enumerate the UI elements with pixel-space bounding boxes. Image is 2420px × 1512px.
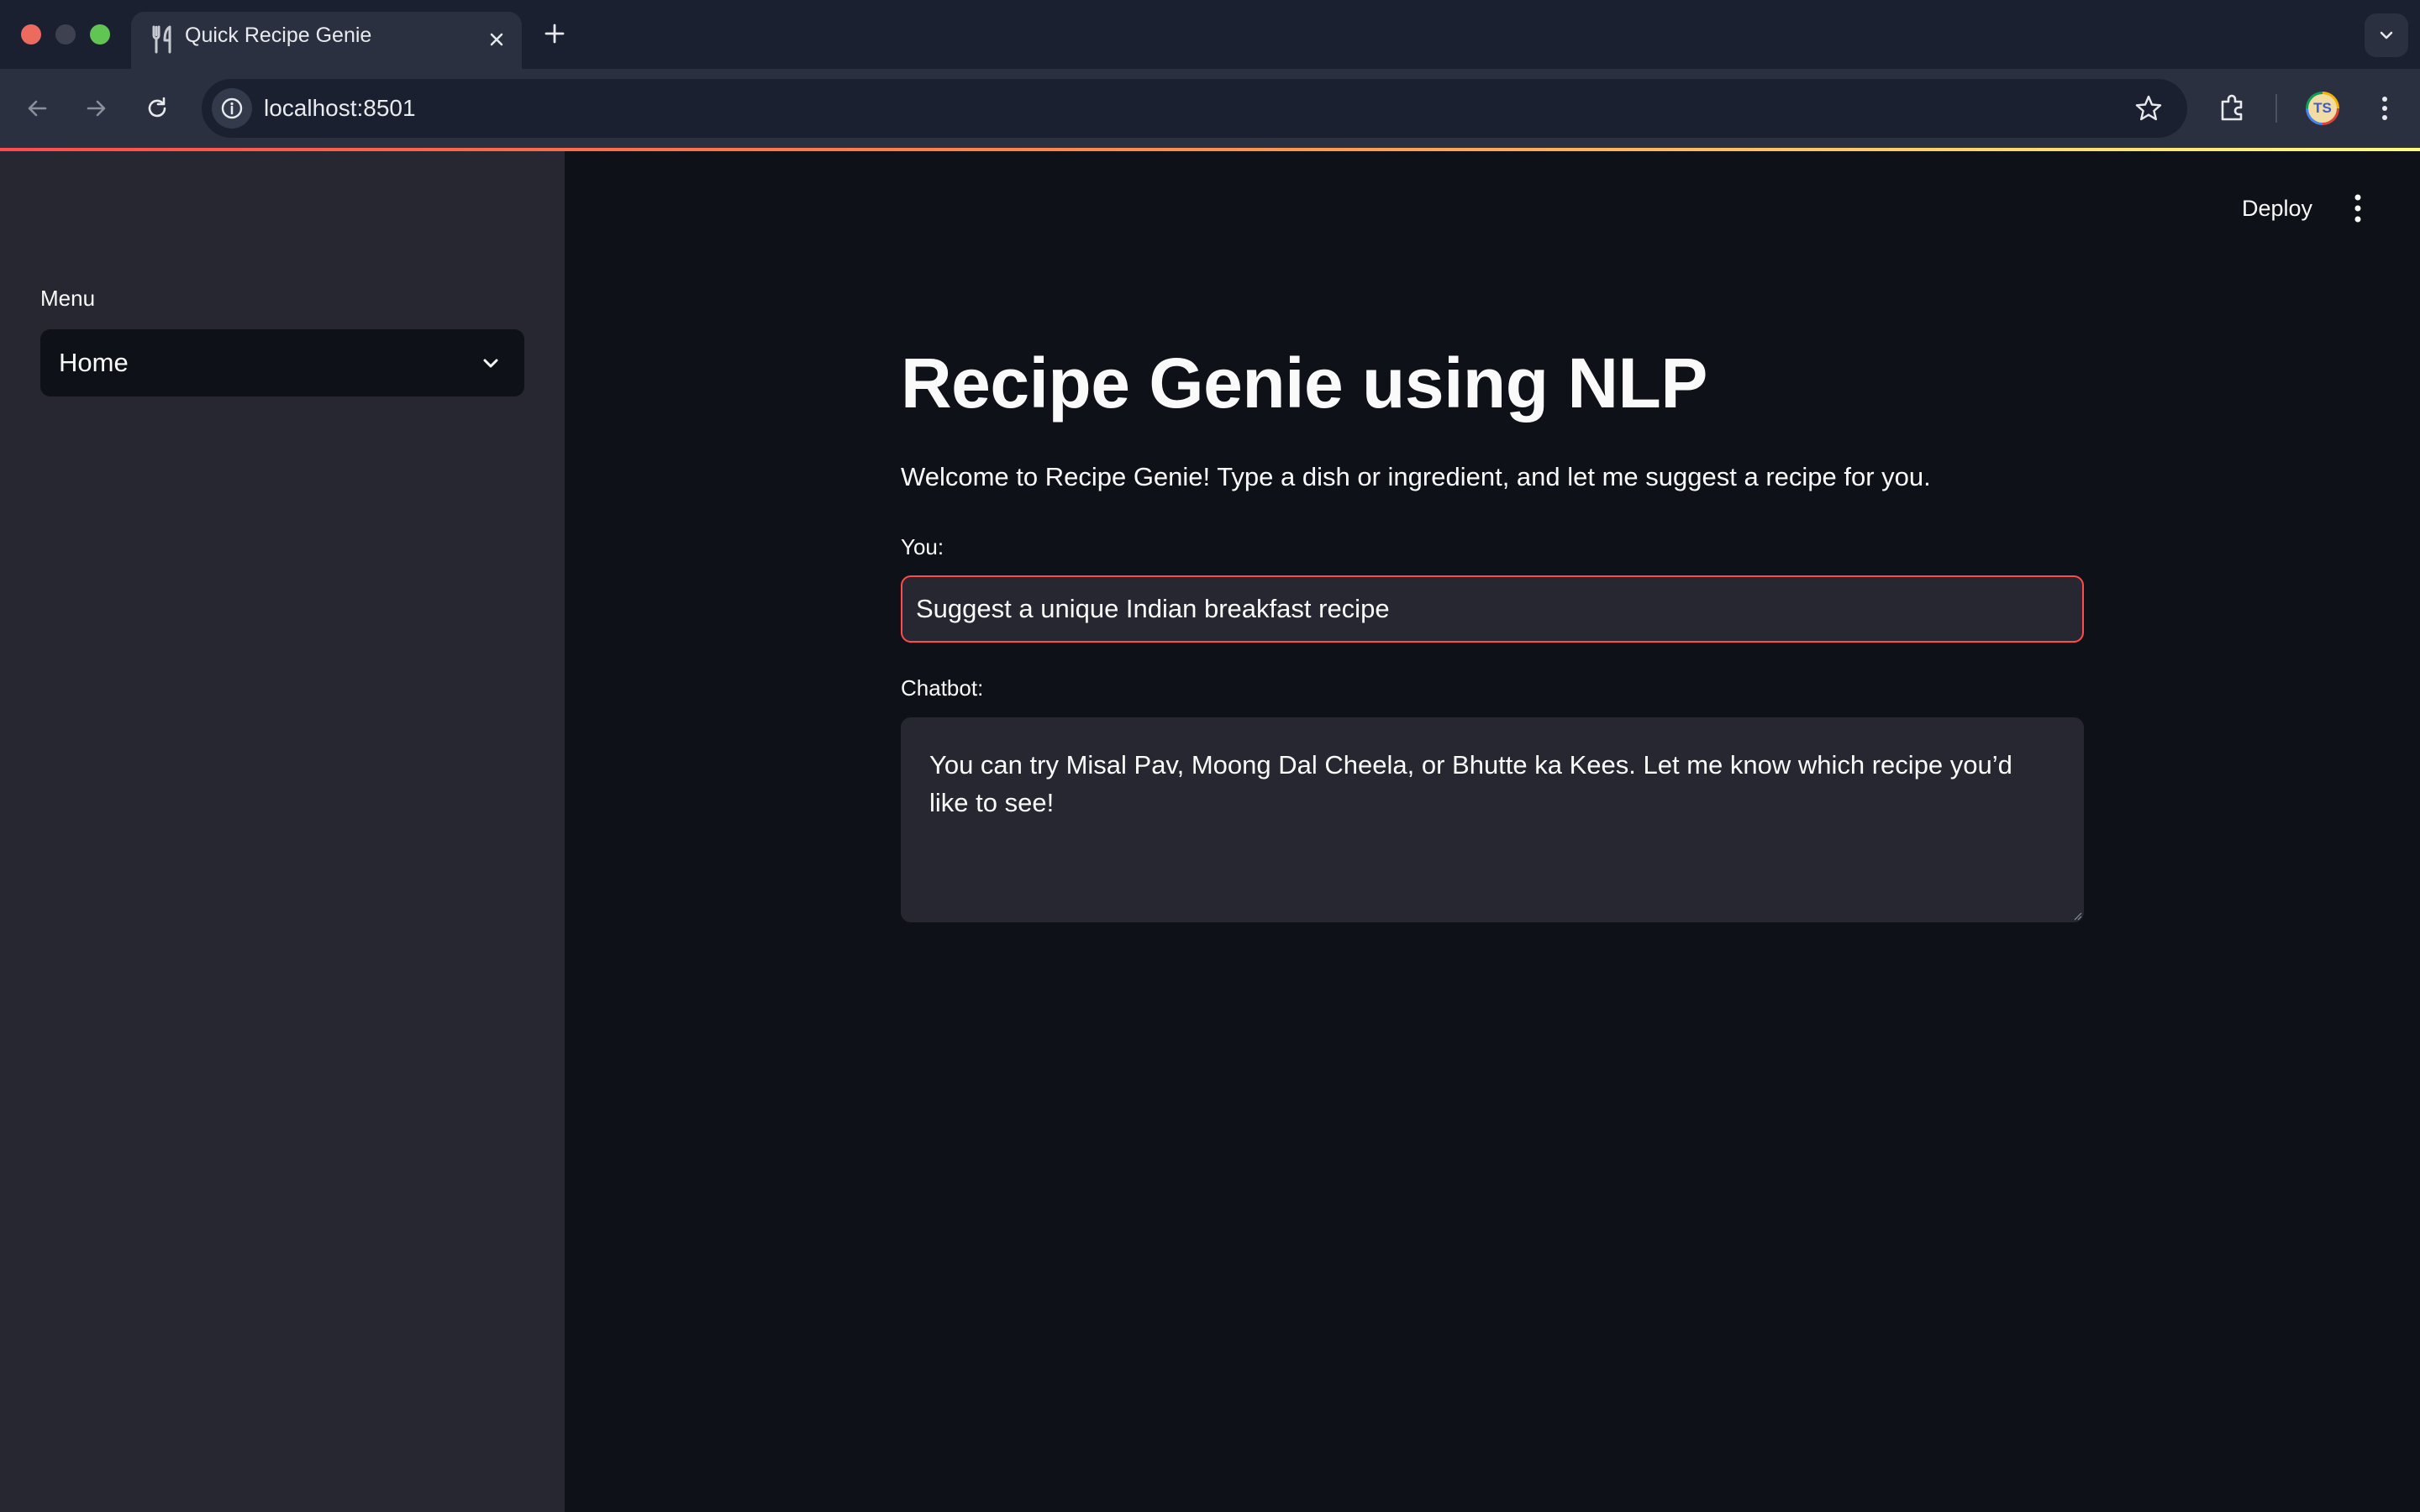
info-icon bbox=[221, 97, 243, 119]
sidebar: Menu Home bbox=[0, 151, 565, 1512]
forward-arrow-icon bbox=[87, 100, 106, 117]
back-arrow-icon bbox=[28, 100, 47, 117]
user-input[interactable] bbox=[901, 575, 2084, 643]
window-minimize-button[interactable] bbox=[55, 24, 76, 45]
deploy-button[interactable]: Deploy bbox=[2227, 185, 2328, 232]
forward-button[interactable] bbox=[77, 89, 116, 128]
menu-label: Menu bbox=[40, 286, 96, 311]
chatbot-response[interactable]: You can try Misal Pav, Moong Dal Cheela,… bbox=[901, 717, 2084, 922]
window-close-button[interactable] bbox=[21, 24, 41, 45]
address-bar[interactable]: localhost:8501 bbox=[202, 79, 2187, 138]
reload-button[interactable] bbox=[138, 89, 176, 128]
avatar[interactable]: TS bbox=[2306, 92, 2339, 125]
browser-toolbar: localhost:8501 TS bbox=[0, 69, 2420, 148]
avatar-initials: TS bbox=[2308, 94, 2337, 123]
page-select-value: Home bbox=[59, 348, 129, 377]
main-content: Deploy Recipe Genie using NLP Welcome to… bbox=[565, 151, 2420, 1512]
user-input-label: You: bbox=[901, 534, 944, 559]
intro-text: Welcome to Recipe Genie! Type a dish or … bbox=[901, 462, 1931, 491]
window-maximize-button[interactable] bbox=[90, 24, 110, 45]
resize-handle-icon[interactable] bbox=[2074, 912, 2082, 921]
tab-title: Quick Recipe Genie bbox=[185, 24, 372, 47]
kebab-menu-icon bbox=[2382, 97, 2387, 120]
chevron-down-icon bbox=[2380, 31, 2393, 39]
page-select[interactable]: Home bbox=[40, 329, 524, 396]
tab-search-button[interactable] bbox=[2365, 13, 2408, 57]
star-icon[interactable] bbox=[2133, 93, 2164, 123]
chatbot-label: Chatbot: bbox=[901, 675, 984, 701]
browser-tab[interactable]: Quick Recipe Genie bbox=[131, 12, 522, 69]
page: Quick Recipe Genie localhost:8501 TS Men… bbox=[0, 0, 2420, 1512]
close-icon[interactable] bbox=[483, 26, 510, 53]
kebab-menu-icon[interactable] bbox=[2341, 190, 2375, 227]
chevron-down-icon bbox=[483, 359, 498, 368]
reload-icon bbox=[148, 97, 166, 118]
fork-knife-icon bbox=[152, 25, 171, 54]
back-button[interactable] bbox=[18, 89, 56, 128]
browser-tabstrip: Quick Recipe Genie bbox=[0, 0, 2420, 69]
browser-menu-button[interactable] bbox=[2365, 89, 2404, 128]
extension-icon[interactable] bbox=[2213, 89, 2252, 128]
site-info-button[interactable] bbox=[212, 88, 252, 129]
url-text: localhost:8501 bbox=[264, 95, 416, 121]
toolbar-divider bbox=[2275, 94, 2277, 123]
plus-icon[interactable] bbox=[539, 18, 570, 49]
page-title: Recipe Genie using NLP bbox=[901, 344, 1707, 423]
